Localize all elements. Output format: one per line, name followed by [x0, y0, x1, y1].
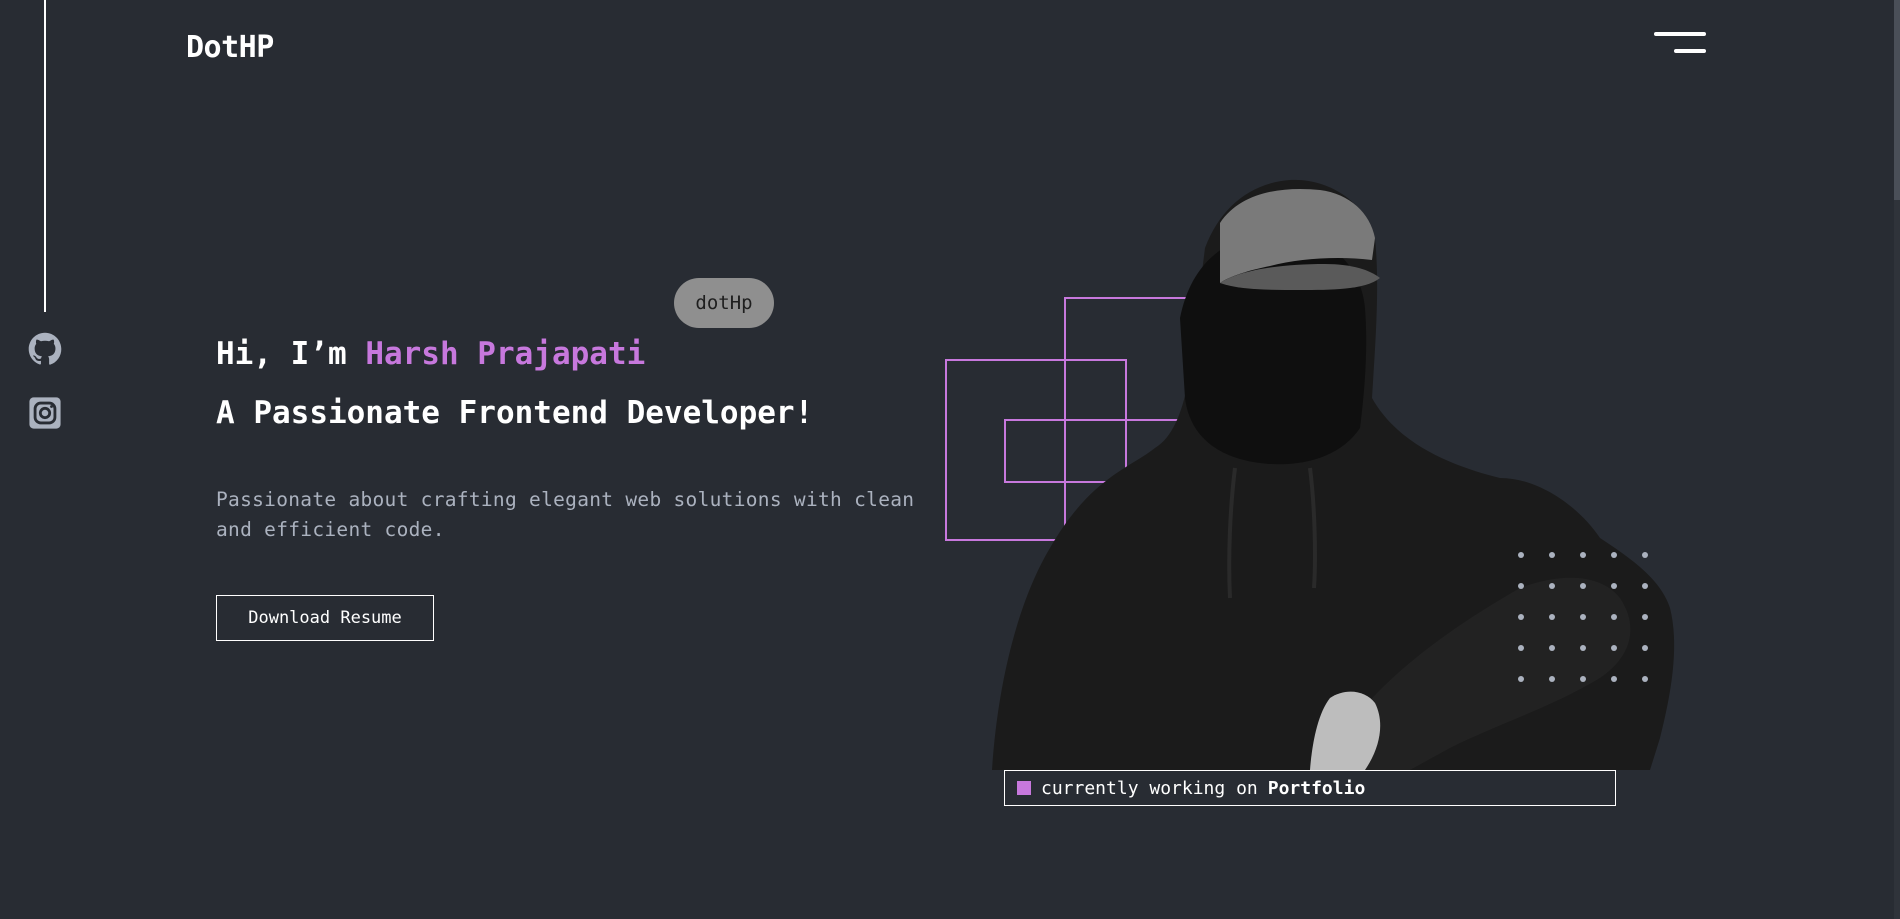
site-logo[interactable]: DotHP — [186, 30, 274, 65]
hero-headline: A Passionate Frontend Developer! — [216, 395, 814, 431]
hamburger-menu-button[interactable] — [1654, 32, 1706, 56]
status-project: Portfolio — [1267, 777, 1366, 799]
instagram-icon — [29, 397, 61, 429]
greeting-prefix: Hi, I’m — [216, 336, 366, 372]
portfolio-page: DotHP dotHp Hi, I’m Harsh Prajapati A Pa… — [0, 0, 1900, 919]
current-work-status: currently working on Portfolio — [1004, 770, 1616, 806]
instagram-link[interactable] — [27, 395, 63, 431]
github-icon — [28, 332, 62, 365]
download-resume-button[interactable]: Download Resume — [216, 595, 434, 641]
page-scrollbar[interactable] — [1894, 0, 1900, 919]
status-accent-square — [1017, 781, 1031, 795]
hero-name: Harsh Prajapati — [365, 336, 646, 372]
status-prefix: currently working on — [1041, 777, 1258, 799]
hero-description: Passionate about crafting elegant web so… — [216, 488, 915, 541]
dot-grid-decoration — [1518, 552, 1648, 682]
hero-greeting: Hi, I’m Harsh Prajapati — [216, 336, 645, 372]
scrollbar-thumb[interactable] — [1894, 0, 1900, 200]
github-link[interactable] — [27, 331, 63, 367]
dothp-badge: dotHp — [674, 278, 774, 328]
left-rail-line — [44, 0, 46, 312]
